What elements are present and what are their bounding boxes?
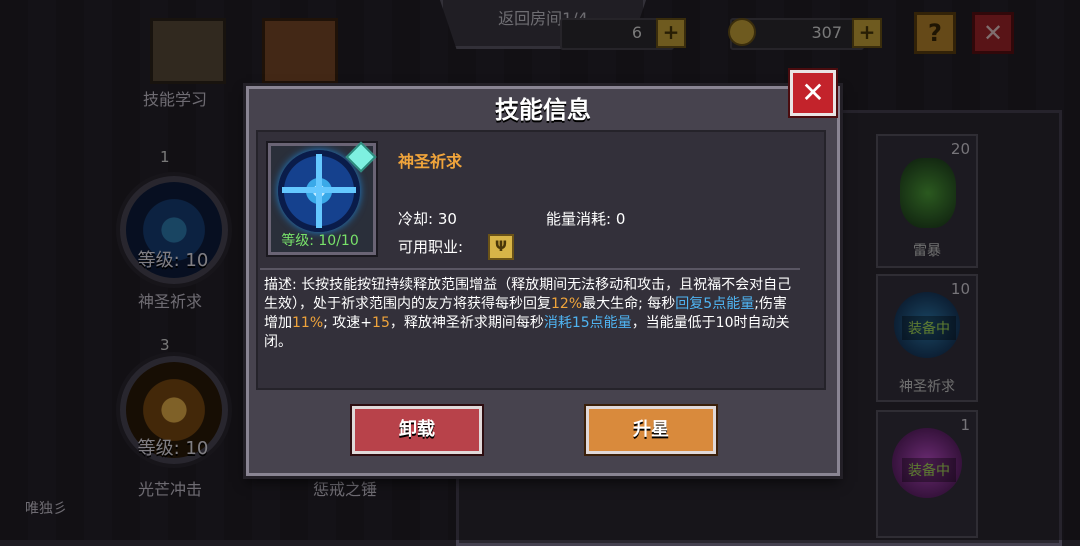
desc-part-3: 回复5点能量 [675, 296, 755, 312]
energy-cost-stat: 能量消耗: 0 [546, 210, 626, 228]
desc-part-5: 11% [292, 315, 324, 331]
upgrade-star-button[interactable]: 升星 [586, 406, 716, 454]
desc-part-7: 15 [372, 315, 390, 331]
desc-part-2: 最大生命; 每秒 [582, 296, 676, 312]
desc-part-6: ; 攻速+ [323, 315, 373, 331]
dialog-close-button[interactable]: ✕ [790, 70, 836, 116]
desc-part-9: 消耗15点能量 [543, 315, 632, 331]
class-icon: Ψ [488, 234, 514, 260]
divider [260, 268, 800, 270]
dialog-title: 技能信息 [495, 96, 591, 124]
cooldown-stat: 冷却: 30 [398, 210, 457, 228]
desc-part-8: ，释放神圣祈求期间每秒 [389, 315, 544, 331]
cross-icon-v [316, 154, 322, 228]
skill-name: 神圣祈求 [398, 152, 463, 171]
skill-description: 描述: 长按技能按钮持续释放范围增益（释放期间无法移动和攻击，且祝福不会对自己生… [264, 276, 794, 352]
class-label: 可用职业: [398, 238, 464, 256]
desc-part-1: 12% [551, 296, 583, 312]
unload-button[interactable]: 卸载 [352, 406, 482, 454]
skill-level: 等级: 10/10 [281, 233, 359, 249]
